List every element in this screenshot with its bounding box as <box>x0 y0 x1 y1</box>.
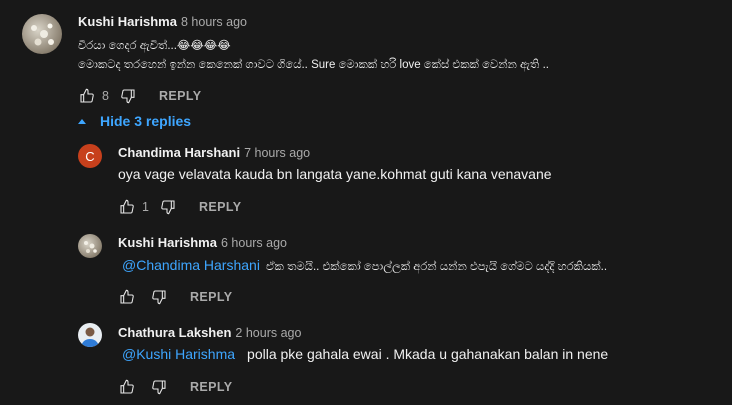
reply-text-body: ඒක තමයි.. එක්කෝ පොල්ලක් අරන් යන්න එපැයි … <box>265 261 608 273</box>
comment-author[interactable]: Kushi Harishma 8 hours ago <box>78 14 247 29</box>
like-icon[interactable] <box>118 288 136 306</box>
reply-text-body: polla pke gahala ewai . Mkada u gahanaka… <box>247 346 609 362</box>
avatar-image-icon <box>84 241 97 253</box>
reply-author[interactable]: Kushi Harishma 6 hours ago <box>118 235 287 250</box>
author-name[interactable]: Chandima Harshani <box>118 145 240 160</box>
hide-replies-label: Hide 3 replies <box>100 113 192 129</box>
hide-replies-button[interactable]: Hide 3 replies <box>78 113 191 129</box>
author-name[interactable]: Chathura Lakshen <box>118 325 231 340</box>
avatar[interactable]: C <box>78 144 102 168</box>
reply-actions: 1 REPLY <box>118 197 241 217</box>
avatar-letter: C <box>85 148 95 164</box>
reply-actions: REPLY <box>118 377 233 397</box>
reply-author[interactable]: Chandima Harshani 7 hours ago <box>118 145 310 160</box>
dislike-icon[interactable] <box>159 198 177 216</box>
like-icon[interactable] <box>78 87 96 105</box>
reply-text: @Chandima Harshani ඒක තමයි.. එක්කෝ පොල්ලක… <box>122 257 607 274</box>
reply-actions: REPLY <box>118 287 233 307</box>
like-icon[interactable] <box>118 378 136 396</box>
reply-text: @Kushi Harishma polla pke gahala ewai . M… <box>122 346 608 362</box>
author-name[interactable]: Kushi Harishma <box>78 14 177 29</box>
chevron-up-icon <box>78 118 86 124</box>
reply-author[interactable]: Chathura Lakshen 2 hours ago <box>118 325 301 340</box>
comment-text-line2: මොකටද තරහෙන් ඉන්න කෙනෙක් ගාවට ගියේ.. Sur… <box>78 59 549 71</box>
avatar[interactable] <box>78 234 102 258</box>
reply-button[interactable]: REPLY <box>199 200 242 214</box>
avatar-image-icon <box>31 23 54 46</box>
like-count: 1 <box>142 200 149 214</box>
comment-time[interactable]: 8 hours ago <box>181 15 247 29</box>
reply-time[interactable]: 6 hours ago <box>221 236 287 250</box>
like-icon[interactable] <box>118 198 136 216</box>
reply-button[interactable]: REPLY <box>159 89 202 103</box>
reply-time[interactable]: 7 hours ago <box>244 146 310 160</box>
reply-time[interactable]: 2 hours ago <box>235 326 301 340</box>
mention-link[interactable]: @Kushi Harishma <box>122 346 235 362</box>
avatar-person-icon <box>81 327 99 347</box>
comment-text-line1: වීරයා ගෙදර ඇවිත්...😂😂😂😂 <box>78 40 231 52</box>
comment-actions: 8 REPLY <box>78 86 201 106</box>
reply-text: oya vage velavata kauda bn langata yane.… <box>118 166 552 182</box>
author-name[interactable]: Kushi Harishma <box>118 235 217 250</box>
avatar[interactable] <box>22 14 62 54</box>
reply-button[interactable]: REPLY <box>190 290 233 304</box>
dislike-icon[interactable] <box>119 87 137 105</box>
mention-link[interactable]: @Chandima Harshani <box>122 257 260 273</box>
like-count: 8 <box>102 89 109 103</box>
dislike-icon[interactable] <box>150 378 168 396</box>
reply-button[interactable]: REPLY <box>190 380 233 394</box>
dislike-icon[interactable] <box>150 288 168 306</box>
avatar[interactable] <box>78 323 102 347</box>
